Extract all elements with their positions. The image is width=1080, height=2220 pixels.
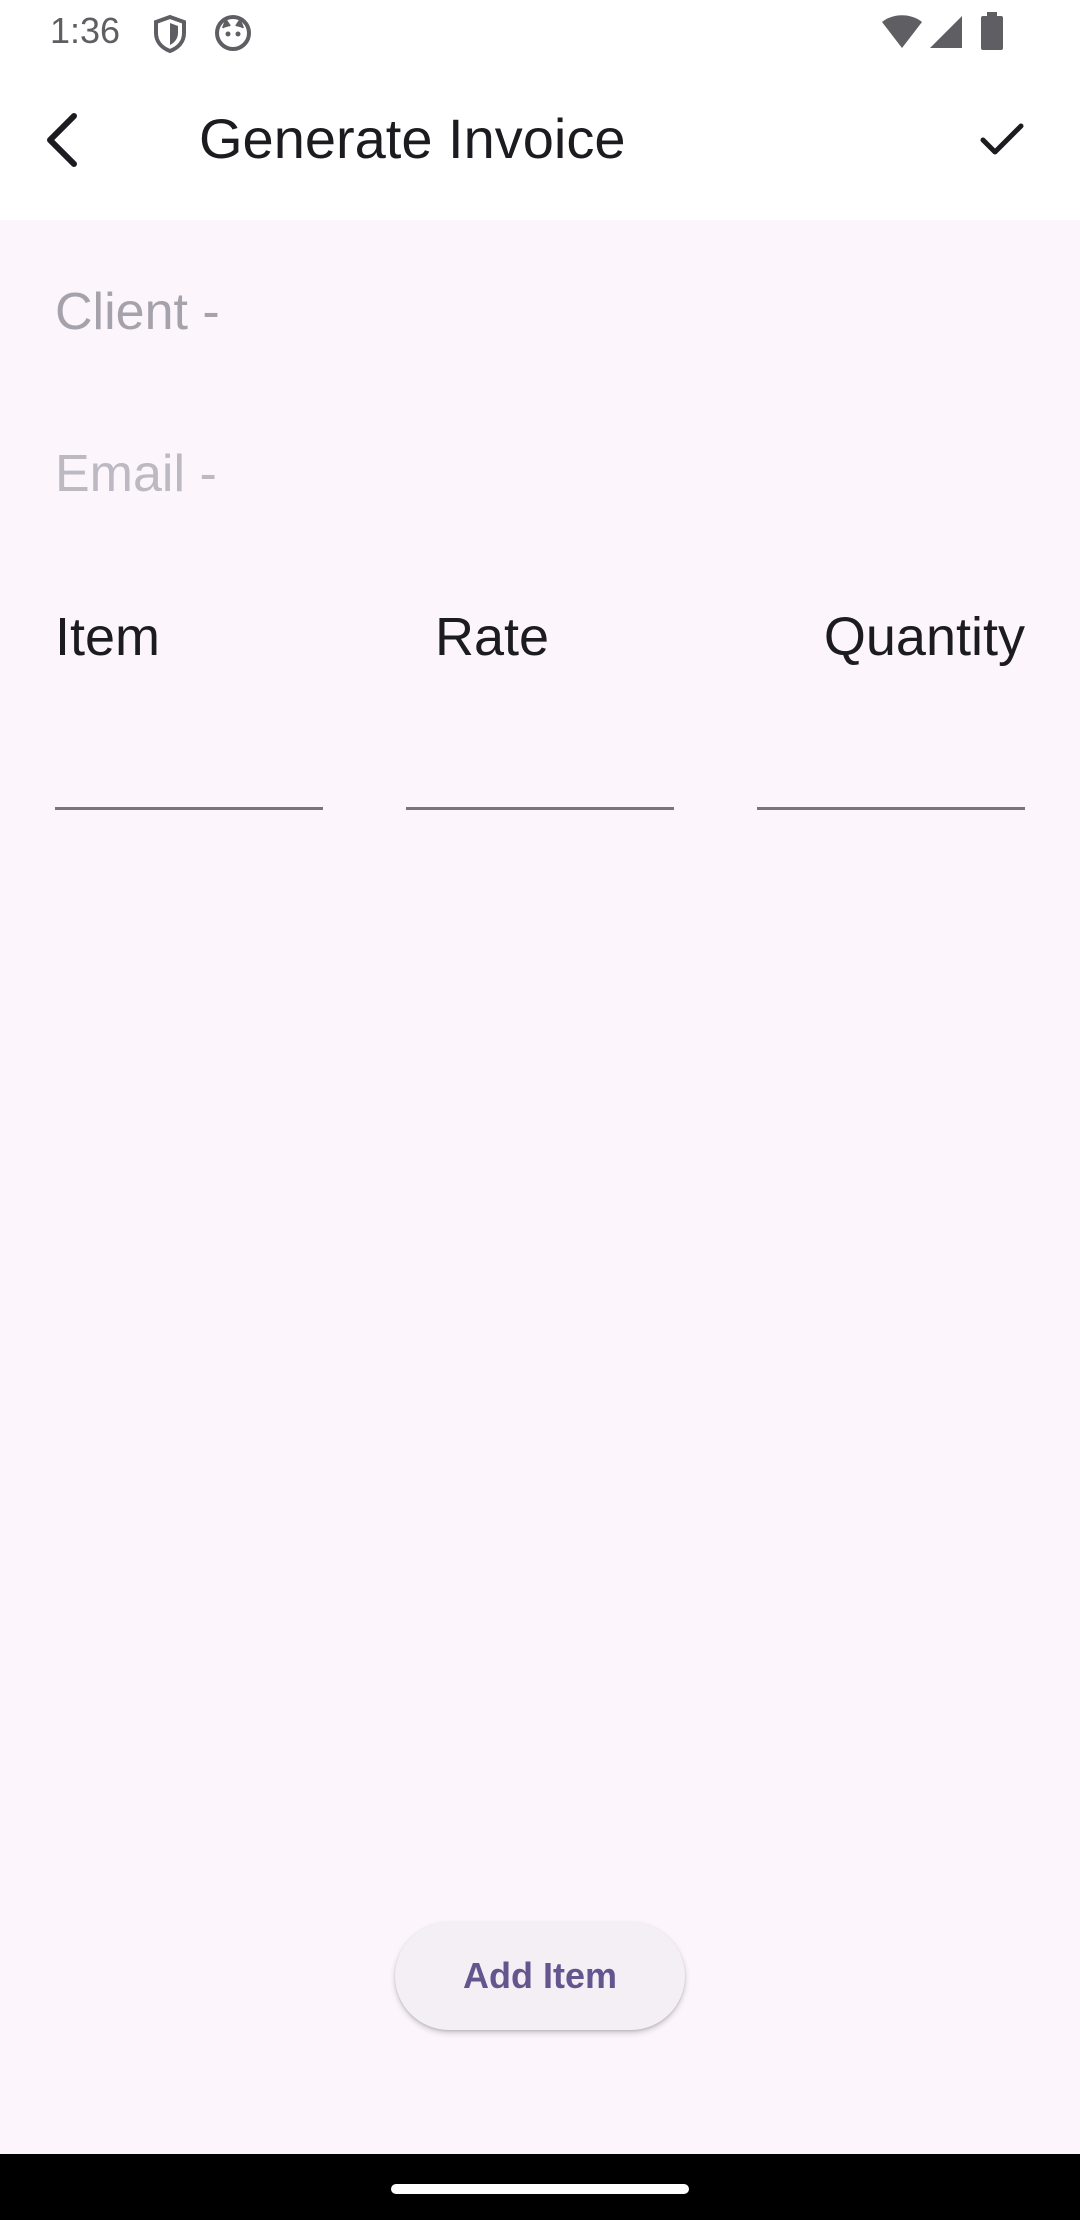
rate-input[interactable] — [406, 720, 674, 810]
client-field[interactable]: Client - — [55, 282, 220, 342]
navigation-bar — [0, 2154, 1080, 2220]
home-indicator[interactable] — [391, 2184, 689, 2194]
wifi-icon — [880, 14, 924, 55]
item-input[interactable] — [55, 720, 323, 810]
column-header-rate: Rate — [435, 607, 550, 667]
add-item-button[interactable]: Add Item — [395, 1922, 685, 2030]
column-header-quantity: Quantity — [823, 607, 1025, 667]
signal-icon — [928, 14, 964, 55]
status-time: 1:36 — [50, 10, 121, 51]
battery-icon — [980, 12, 1004, 55]
quantity-input[interactable] — [757, 720, 1025, 810]
status-bar: 1:36 — [0, 0, 1080, 66]
check-icon — [979, 122, 1025, 163]
cat-face-icon — [214, 14, 252, 57]
shield-icon — [152, 14, 188, 59]
page-title: Generate Invoice — [199, 107, 626, 170]
back-arrow-icon — [40, 112, 84, 173]
back-button[interactable] — [22, 102, 102, 182]
app-bar: Generate Invoice — [0, 66, 1080, 220]
confirm-button[interactable] — [962, 102, 1042, 182]
email-field[interactable]: Email - — [55, 444, 217, 504]
column-header-item: Item — [55, 607, 161, 667]
